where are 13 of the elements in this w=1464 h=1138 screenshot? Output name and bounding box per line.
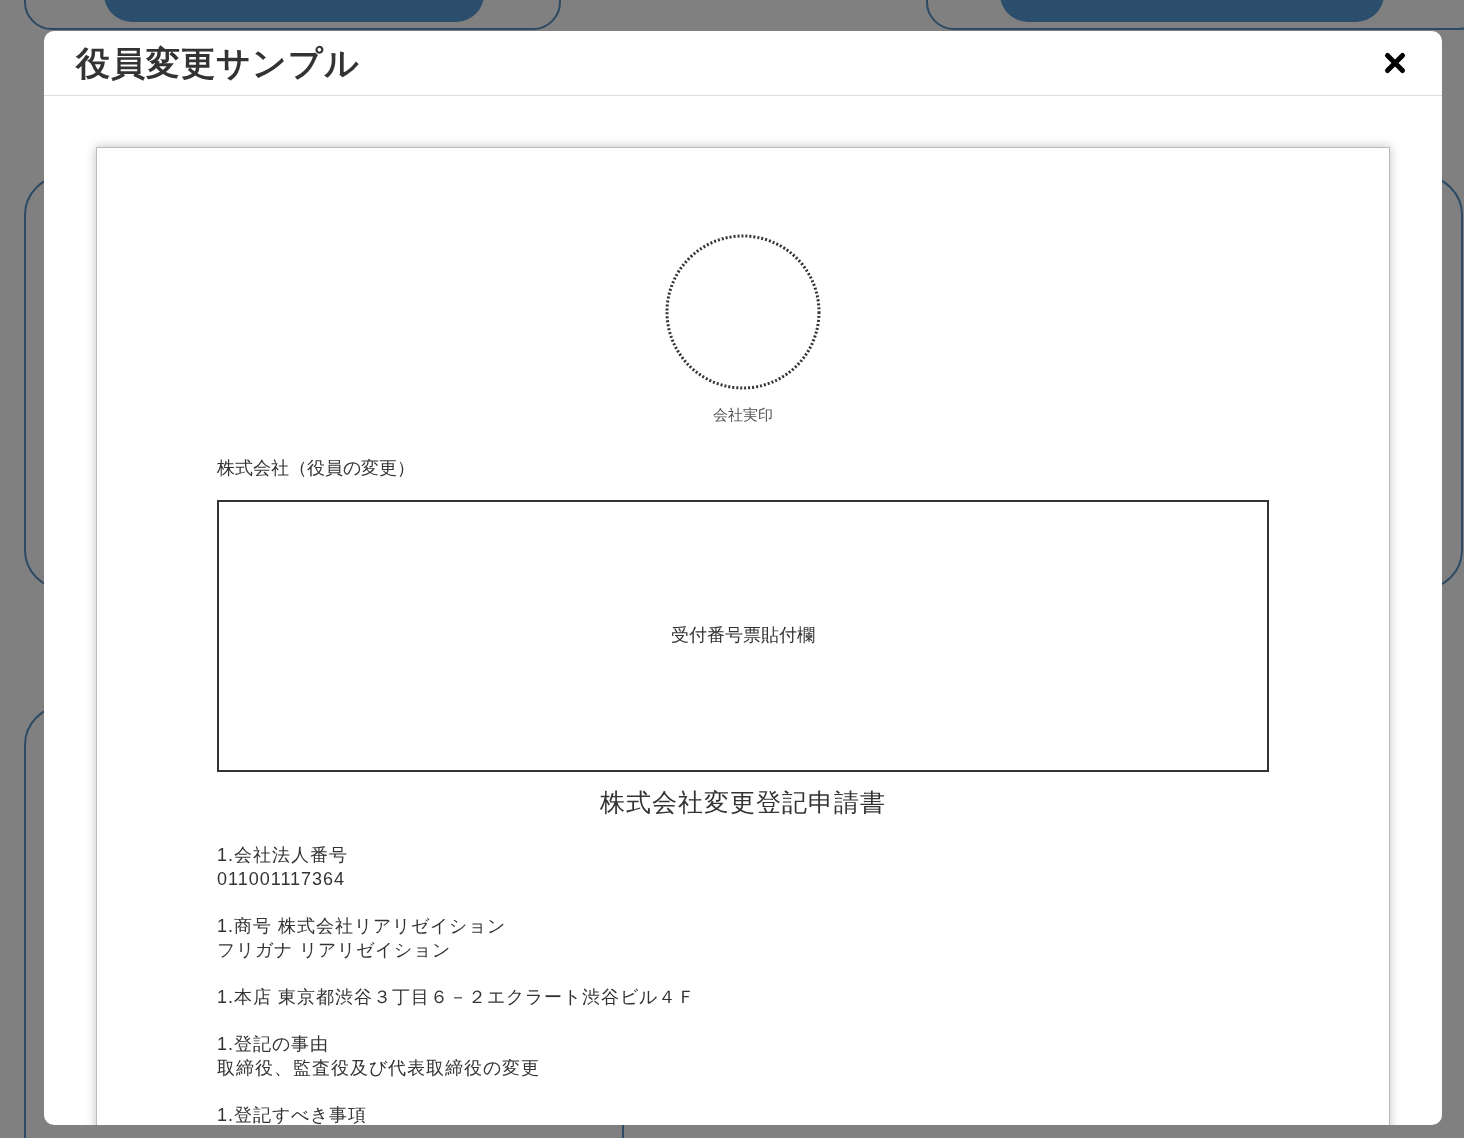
stamp-area-label: 受付番号票貼付欄: [671, 624, 815, 647]
company-heading: 株式会社（役員の変更）: [217, 456, 416, 480]
seal-label: 会社実印: [713, 405, 773, 425]
document-line: 1.会社法人番号: [217, 844, 349, 867]
document-line: 1.本店 東京都渋谷３丁目６－２エクラート渋谷ビル４Ｆ: [217, 986, 697, 1009]
document-line: 1.商号 株式会社リアリゼイション: [217, 915, 507, 938]
document-line: 取締役、監査役及び代表取締役の変更: [217, 1057, 541, 1080]
document-title: 株式会社変更登記申請書: [600, 786, 886, 818]
document-line: 1.登記すべき事項: [217, 1104, 368, 1125]
document-line: フリガナ リアリゼイション: [217, 939, 452, 962]
document-line: 1.登記の事由: [217, 1033, 330, 1056]
document-line: 011001117364: [217, 868, 347, 891]
dialog-title: 役員変更サンプル: [76, 42, 360, 84]
